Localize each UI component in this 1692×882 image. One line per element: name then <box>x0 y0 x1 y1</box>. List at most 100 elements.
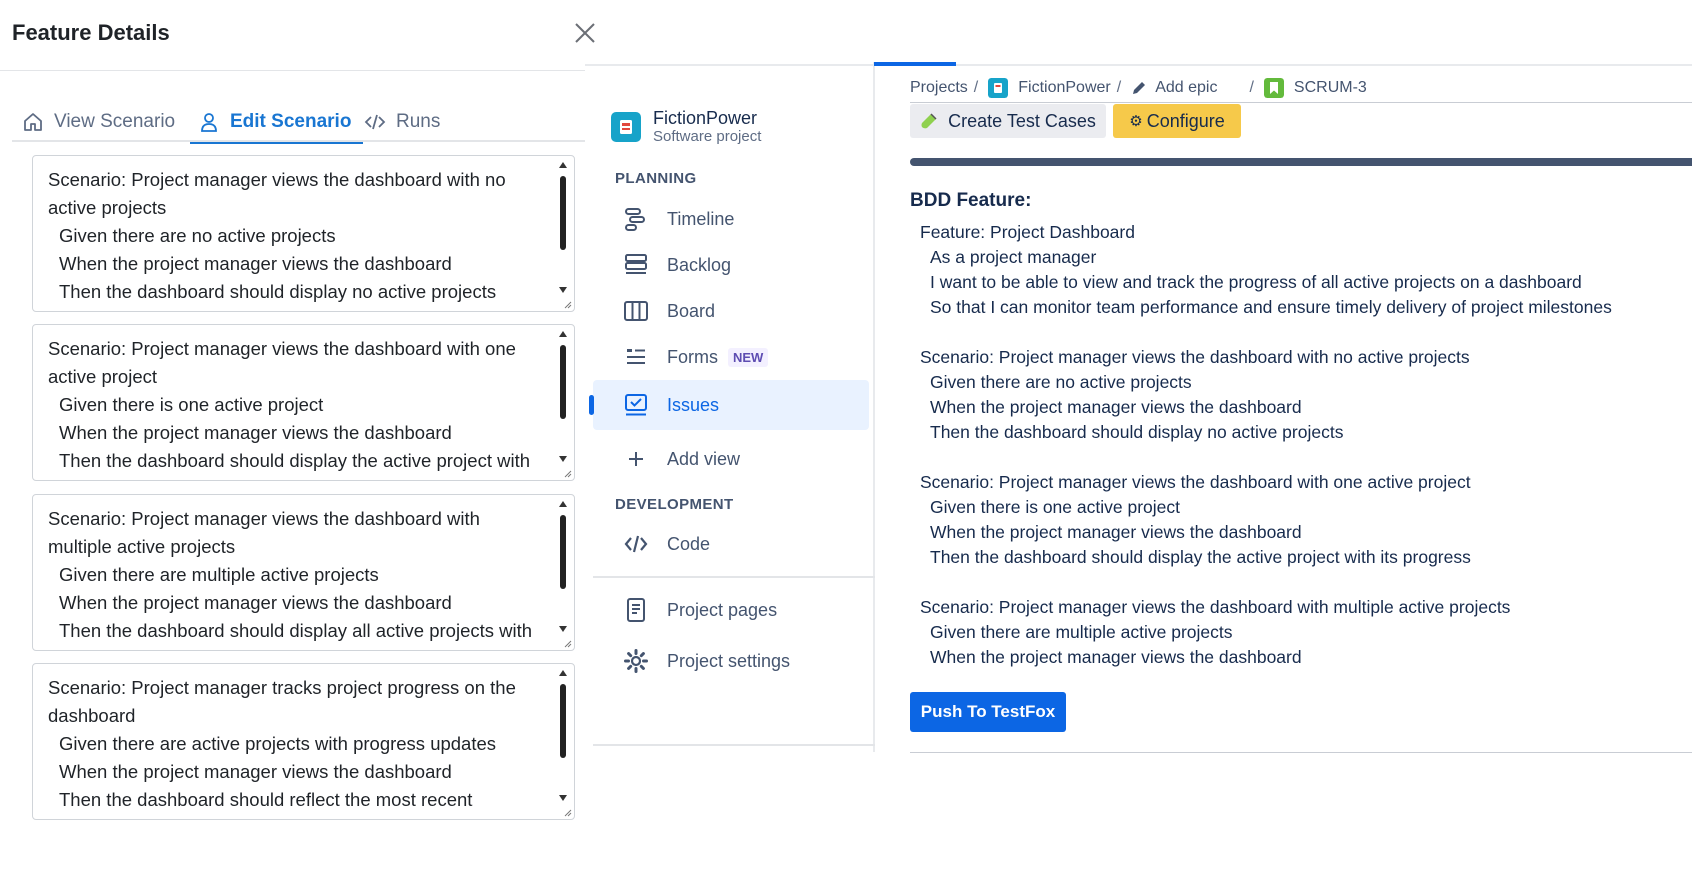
new-badge: NEW <box>728 347 769 367</box>
scenario-given: Given there are multiple active projects <box>59 564 379 585</box>
close-icon[interactable] <box>572 20 598 46</box>
sidebar-item-timeline[interactable]: Timeline <box>593 194 869 244</box>
breadcrumb-separator: / <box>1249 79 1254 96</box>
home-icon <box>24 113 42 131</box>
sidebar-divider <box>593 744 875 746</box>
sidebar-item-code[interactable]: Code <box>593 519 869 569</box>
progress-bar <box>910 158 1692 166</box>
resize-handle-icon[interactable] <box>564 470 572 478</box>
add-view-button[interactable]: Add view <box>593 434 869 484</box>
drawer-title: Feature Details <box>12 20 170 45</box>
scenario-editor[interactable]: Scenario: Project manager views the dash… <box>32 324 575 481</box>
scrollbar[interactable] <box>558 162 568 305</box>
resize-handle-icon[interactable] <box>564 809 572 817</box>
sidebar-item-backlog[interactable]: Backlog <box>593 240 869 290</box>
bdd-blank-line <box>920 570 1680 595</box>
scenario-editor[interactable]: Scenario: Project manager tracks project… <box>32 663 575 820</box>
breadcrumb-project[interactable]: FictionPower <box>1018 79 1110 97</box>
bdd-line: When the project manager views the dashb… <box>930 522 1302 542</box>
bdd-line: Then the dashboard should display no act… <box>930 422 1344 442</box>
tab-view-scenario[interactable]: View Scenario <box>22 102 175 142</box>
gear-icon <box>624 649 648 673</box>
sidebar-item-issues[interactable]: Issues <box>589 380 869 430</box>
scenario-editor[interactable]: Scenario: Project manager views the dash… <box>32 155 575 312</box>
sidebar-item-label: Forms <box>667 346 718 367</box>
bdd-line: Feature: Project Dashboard <box>920 222 1135 242</box>
header-divider <box>910 102 1692 103</box>
bdd-feature-text: Feature: Project Dashboard As a project m… <box>920 220 1680 670</box>
breadcrumb-add-epic[interactable]: Add epic <box>1155 79 1217 97</box>
configure-label: Configure <box>1146 110 1225 131</box>
project-name: FictionPower <box>653 108 758 128</box>
development-section-label: DEVELOPMENT <box>615 496 734 513</box>
tab-label: Edit Scenario <box>230 111 352 132</box>
bdd-blank-line <box>920 445 1680 470</box>
bdd-line: Scenario: Project manager views the dash… <box>920 472 1471 492</box>
tab-runs[interactable]: Runs <box>364 102 440 142</box>
sidebar-item-label: Add view <box>667 448 741 469</box>
sidebar-item-project-pages[interactable]: Project pages <box>593 585 869 635</box>
tab-label: Runs <box>396 111 441 132</box>
code-icon <box>624 535 648 553</box>
breadcrumb-separator: / <box>1116 79 1122 96</box>
sidebar-item-label: Code <box>667 533 711 554</box>
breadcrumb-issue-key[interactable]: SCRUM-3 <box>1294 79 1367 97</box>
create-test-cases-button[interactable]: Create Test Cases <box>910 104 1106 138</box>
tab-edit-scenario[interactable]: Edit Scenario <box>190 102 364 144</box>
issues-icon <box>625 394 647 416</box>
scenario-given: Given there are no active projects <box>59 225 336 246</box>
user-icon <box>201 113 217 132</box>
sidebar-item-label: Project settings <box>667 650 791 671</box>
push-to-testfox-button[interactable]: Push To TestFox <box>910 692 1066 732</box>
resize-handle-icon[interactable] <box>564 301 572 309</box>
pencil-icon <box>1133 82 1146 94</box>
sidebar-item-label: Project pages <box>667 599 778 620</box>
project-sidebar: FictionPower Software project PLANNING T… <box>585 62 875 752</box>
scenario-title: Scenario: Project manager views the dash… <box>48 508 480 557</box>
sidebar-item-project-settings[interactable]: Project settings <box>593 636 869 686</box>
scenario-title: Scenario: Project manager tracks project… <box>48 677 516 726</box>
project-header[interactable]: FictionPower Software project <box>611 108 761 146</box>
bdd-line: Given there is one active project <box>930 497 1180 517</box>
page-icon <box>627 598 645 622</box>
project-type: Software project <box>653 128 762 145</box>
sidebar-item-forms[interactable]: Forms NEW <box>593 332 869 382</box>
scenario-title: Scenario: Project manager views the dash… <box>48 338 516 387</box>
bdd-line: When the project manager views the dashb… <box>930 397 1302 417</box>
scrollbar[interactable] <box>558 331 568 474</box>
scenario-when: When the project manager views the dashb… <box>59 592 452 613</box>
feature-details-drawer: Feature Details View Scenario Edit Scena… <box>0 0 595 882</box>
scenario-then: Then the dashboard should reflect the mo… <box>59 789 473 810</box>
bdd-line: Given there are no active projects <box>930 372 1192 392</box>
bdd-blank-line <box>920 320 1680 345</box>
create-test-cases-label: Create Test Cases <box>948 110 1096 131</box>
scenario-given: Given there are active projects with pro… <box>59 733 497 754</box>
resize-handle-icon[interactable] <box>564 640 572 648</box>
bdd-line: When the project manager views the dashb… <box>930 647 1302 667</box>
scenario-given: Given there is one active project <box>59 394 324 415</box>
breadcrumb-projects[interactable]: Projects <box>910 79 968 97</box>
planning-section-label: PLANNING <box>615 170 697 187</box>
sidebar-item-label: Board <box>667 300 716 321</box>
story-icon <box>1263 78 1284 98</box>
configure-button[interactable]: ⚙ Configure <box>1113 104 1241 138</box>
sidebar-item-board[interactable]: Board <box>593 286 869 336</box>
bdd-feature-label: BDD Feature: <box>910 190 1032 211</box>
scenario-when: When the project manager views the dashb… <box>59 422 452 443</box>
scenario-then: Then the dashboard should display all ac… <box>59 620 533 641</box>
scrollbar[interactable] <box>558 501 568 644</box>
backlog-icon <box>625 254 647 274</box>
board-icon <box>624 301 648 321</box>
code-icon <box>364 114 386 130</box>
content-divider <box>910 752 1692 753</box>
bdd-line: So that I can monitor team performance a… <box>930 297 1612 317</box>
bdd-line: As a project manager <box>930 247 1097 267</box>
bdd-line: I want to be able to view and track the … <box>930 272 1582 292</box>
forms-icon <box>627 349 645 364</box>
scenario-tabs: View Scenario Edit Scenario Runs <box>12 92 585 144</box>
scenario-editor[interactable]: Scenario: Project manager views the dash… <box>32 494 575 651</box>
sidebar-item-label: Timeline <box>667 208 735 229</box>
plus-icon <box>629 452 643 466</box>
scrollbar[interactable] <box>558 670 568 813</box>
sidebar-item-label: Issues <box>667 394 720 415</box>
